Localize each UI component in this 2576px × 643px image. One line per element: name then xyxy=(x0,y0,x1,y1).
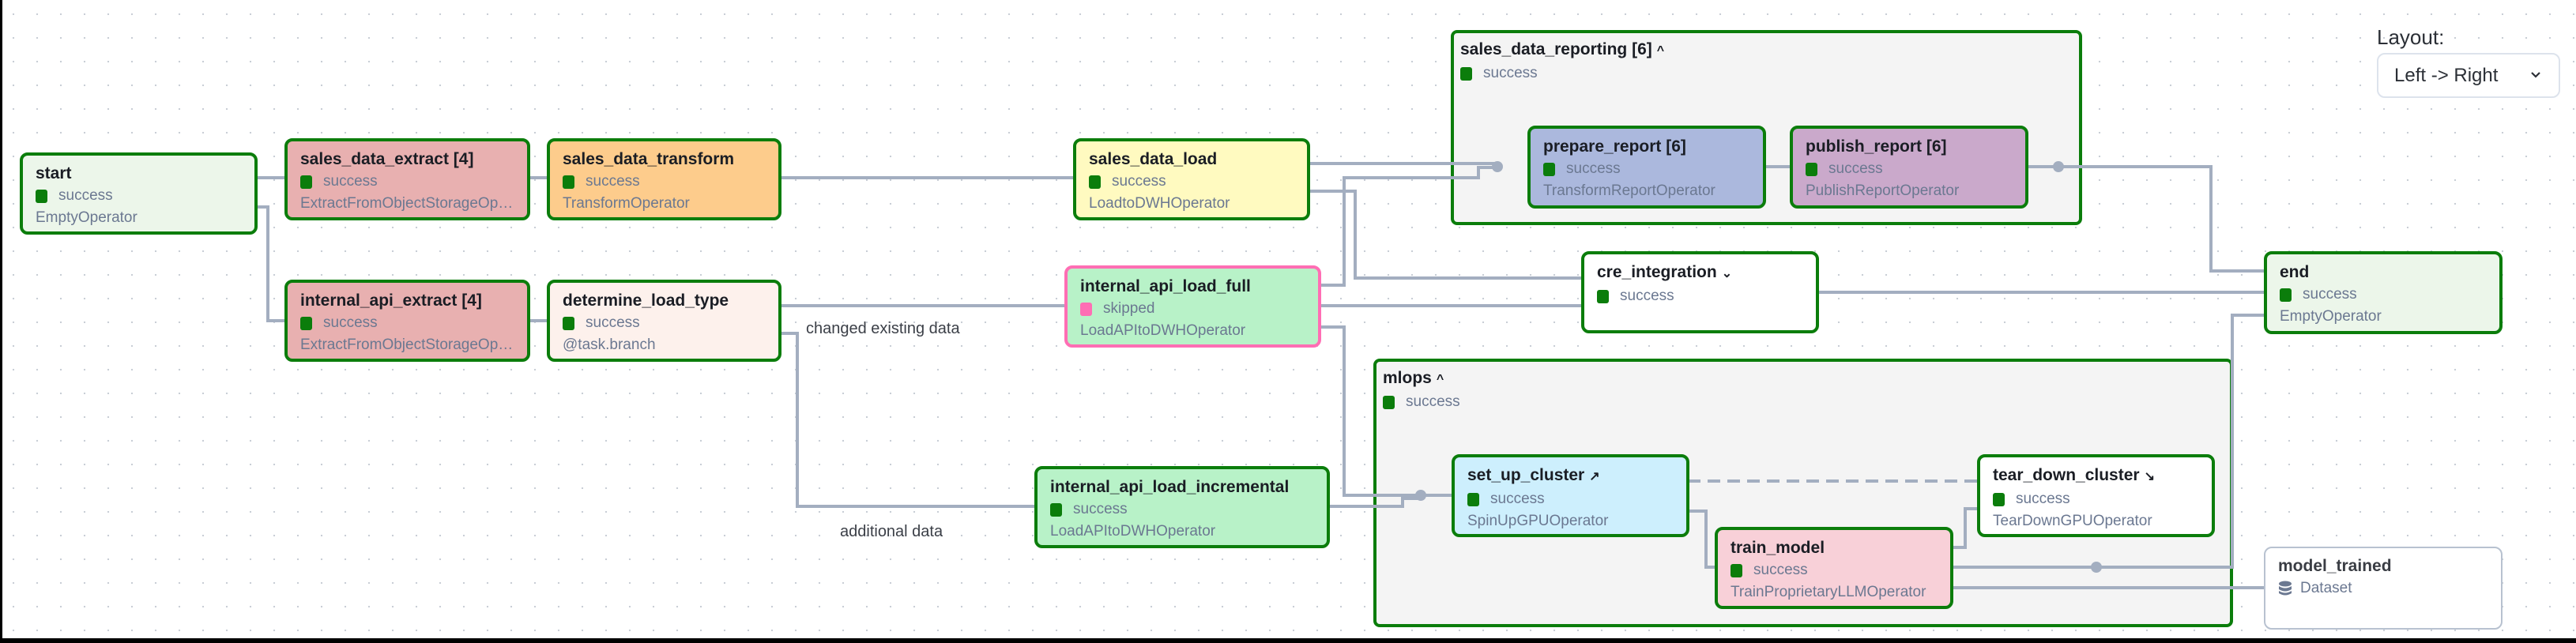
edge-determine-incremental xyxy=(781,332,1035,508)
node-operator: TransformReportOperator xyxy=(1543,182,1715,199)
chevron-up-icon[interactable]: ^ xyxy=(1437,370,1444,390)
node-title: determine_load_type xyxy=(563,291,729,310)
node-title: internal_api_load_full xyxy=(1080,277,1251,295)
node-status: success xyxy=(586,314,640,331)
node-cre-integration[interactable]: cre_integration ⌄ success xyxy=(1581,251,1819,333)
node-prepare-report[interactable]: prepare_report [6] success TransformRepo… xyxy=(1527,126,1766,209)
setup-arrow-icon: ↗ xyxy=(1589,470,1600,483)
status-success-icon xyxy=(1731,563,1742,577)
node-title: publish_report [6] xyxy=(1806,137,1947,156)
node-operator: LoadAPItoDWHOperator xyxy=(1050,523,1216,540)
chevron-down-icon xyxy=(2531,72,2540,78)
node-operator: SpinUpGPUOperator xyxy=(1467,513,1609,529)
node-publish-report[interactable]: publish_report [6] success PublishReport… xyxy=(1790,126,2028,209)
status-success-icon xyxy=(36,189,47,203)
edge-label-changed-existing-data: changed existing data xyxy=(806,320,960,337)
node-title: internal_api_load_incremental xyxy=(1050,478,1290,496)
chevron-up-icon[interactable]: ^ xyxy=(1657,41,1664,62)
status-success-icon xyxy=(1806,162,1817,176)
status-success-icon xyxy=(1089,175,1101,189)
node-operator: EmptyOperator xyxy=(36,209,137,226)
node-internal-api-load-incremental[interactable]: internal_api_load_incremental success Lo… xyxy=(1034,466,1330,548)
layout-select[interactable]: Left -> Right xyxy=(2377,53,2560,98)
status-success-icon xyxy=(1597,289,1609,303)
status-success-icon xyxy=(2280,288,2292,302)
node-status: success xyxy=(58,187,113,204)
node-title: prepare_report [6] xyxy=(1543,137,1686,156)
status-success-icon xyxy=(1543,162,1555,176)
node-title: train_model xyxy=(1731,539,1825,557)
status-success-icon xyxy=(1460,66,1472,81)
node-start[interactable]: start success EmptyOperator xyxy=(20,152,258,235)
node-title: tear_down_cluster xyxy=(1993,466,2140,484)
node-status: skipped xyxy=(1103,300,1155,317)
status-success-icon xyxy=(1050,502,1062,517)
node-train-model[interactable]: train_model success TrainProprietaryLLMO… xyxy=(1715,527,1953,609)
node-internal-api-load-full[interactable]: internal_api_load_full skipped LoadAPIto… xyxy=(1064,265,1321,348)
node-operator: @task.branch xyxy=(563,337,656,353)
node-operator: ExtractFromObjectStorageOper... xyxy=(300,337,523,353)
status-skipped-icon xyxy=(1080,302,1092,316)
node-model-trained-dataset[interactable]: model_trained Dataset xyxy=(2264,547,2503,630)
node-end[interactable]: end success EmptyOperator xyxy=(2264,251,2503,334)
node-status: success xyxy=(1073,501,1128,517)
node-status: success xyxy=(323,173,378,190)
node-operator: LoadtoDWHOperator xyxy=(1089,195,1230,212)
status-success-icon xyxy=(563,175,574,189)
node-title: model_trained xyxy=(2278,557,2392,575)
node-status: success xyxy=(1566,160,1621,177)
node-operator: ExtractFromObjectStorageOper... xyxy=(300,195,523,212)
group-title: sales_data_reporting [6] xyxy=(1460,40,1652,58)
status-success-icon xyxy=(563,316,574,330)
node-title: start xyxy=(36,164,72,182)
node-tear-down-cluster[interactable]: tear_down_cluster ↘ success TearDownGPUOp… xyxy=(1977,454,2215,537)
node-sales-data-transform[interactable]: sales_data_transform success TransformOp… xyxy=(547,138,781,220)
database-icon xyxy=(2279,581,2292,596)
node-title: end xyxy=(2280,263,2310,281)
node-operator: TransformOperator xyxy=(563,195,690,212)
teardown-arrow-icon: ↘ xyxy=(2144,470,2155,483)
node-title: internal_api_extract [4] xyxy=(300,291,482,310)
status-success-icon xyxy=(1383,395,1395,409)
node-operator: PublishReportOperator xyxy=(1806,182,1960,199)
status-success-icon xyxy=(300,316,312,330)
node-operator: LoadAPItoDWHOperator xyxy=(1080,322,1246,339)
node-status: success xyxy=(1112,173,1166,190)
status-success-icon xyxy=(1993,492,2005,506)
status-success-icon xyxy=(1467,492,1479,506)
node-determine-load-type[interactable]: determine_load_type success @task.branch xyxy=(547,280,781,362)
edge-start-internal-extract xyxy=(257,205,284,322)
node-status: success xyxy=(2303,286,2357,303)
node-operator: TrainProprietaryLLMOperator xyxy=(1731,584,1926,600)
node-operator: EmptyOperator xyxy=(2280,308,2382,325)
group-title: mlops xyxy=(1383,369,1432,387)
node-status: success xyxy=(1753,562,1808,578)
node-internal-api-extract[interactable]: internal_api_extract [4] success Extract… xyxy=(284,280,530,362)
status-success-icon xyxy=(300,175,312,189)
node-sales-data-extract[interactable]: sales_data_extract [4] success ExtractFr… xyxy=(284,138,530,220)
node-status: success xyxy=(2016,491,2070,507)
node-sales-data-load[interactable]: sales_data_load success LoadtoDWHOperato… xyxy=(1073,138,1310,220)
node-set-up-cluster[interactable]: set_up_cluster ↗ success SpinUpGPUOperato… xyxy=(1452,454,1689,537)
node-status: success xyxy=(323,314,378,331)
node-operator: TearDownGPUOperator xyxy=(1993,513,2152,529)
node-status: success xyxy=(1620,288,1674,304)
group-status: success xyxy=(1406,393,1460,410)
chevron-down-icon[interactable]: ⌄ xyxy=(1722,264,1732,284)
node-title: cre_integration xyxy=(1597,263,1717,281)
group-status: success xyxy=(1483,65,1538,81)
node-type: Dataset xyxy=(2300,580,2352,596)
node-title: sales_data_extract [4] xyxy=(300,150,474,168)
node-title: sales_data_load xyxy=(1089,150,1218,168)
node-status: success xyxy=(1490,491,1545,507)
layout-label: Layout: xyxy=(2377,25,2445,49)
node-status: success xyxy=(1828,160,1883,177)
node-status: success xyxy=(586,173,640,190)
edge-label-additional-data: additional data xyxy=(840,523,943,540)
node-title: sales_data_transform xyxy=(563,150,735,168)
layout-selected-value: Left -> Right xyxy=(2394,64,2499,86)
node-title: set_up_cluster xyxy=(1467,466,1585,484)
